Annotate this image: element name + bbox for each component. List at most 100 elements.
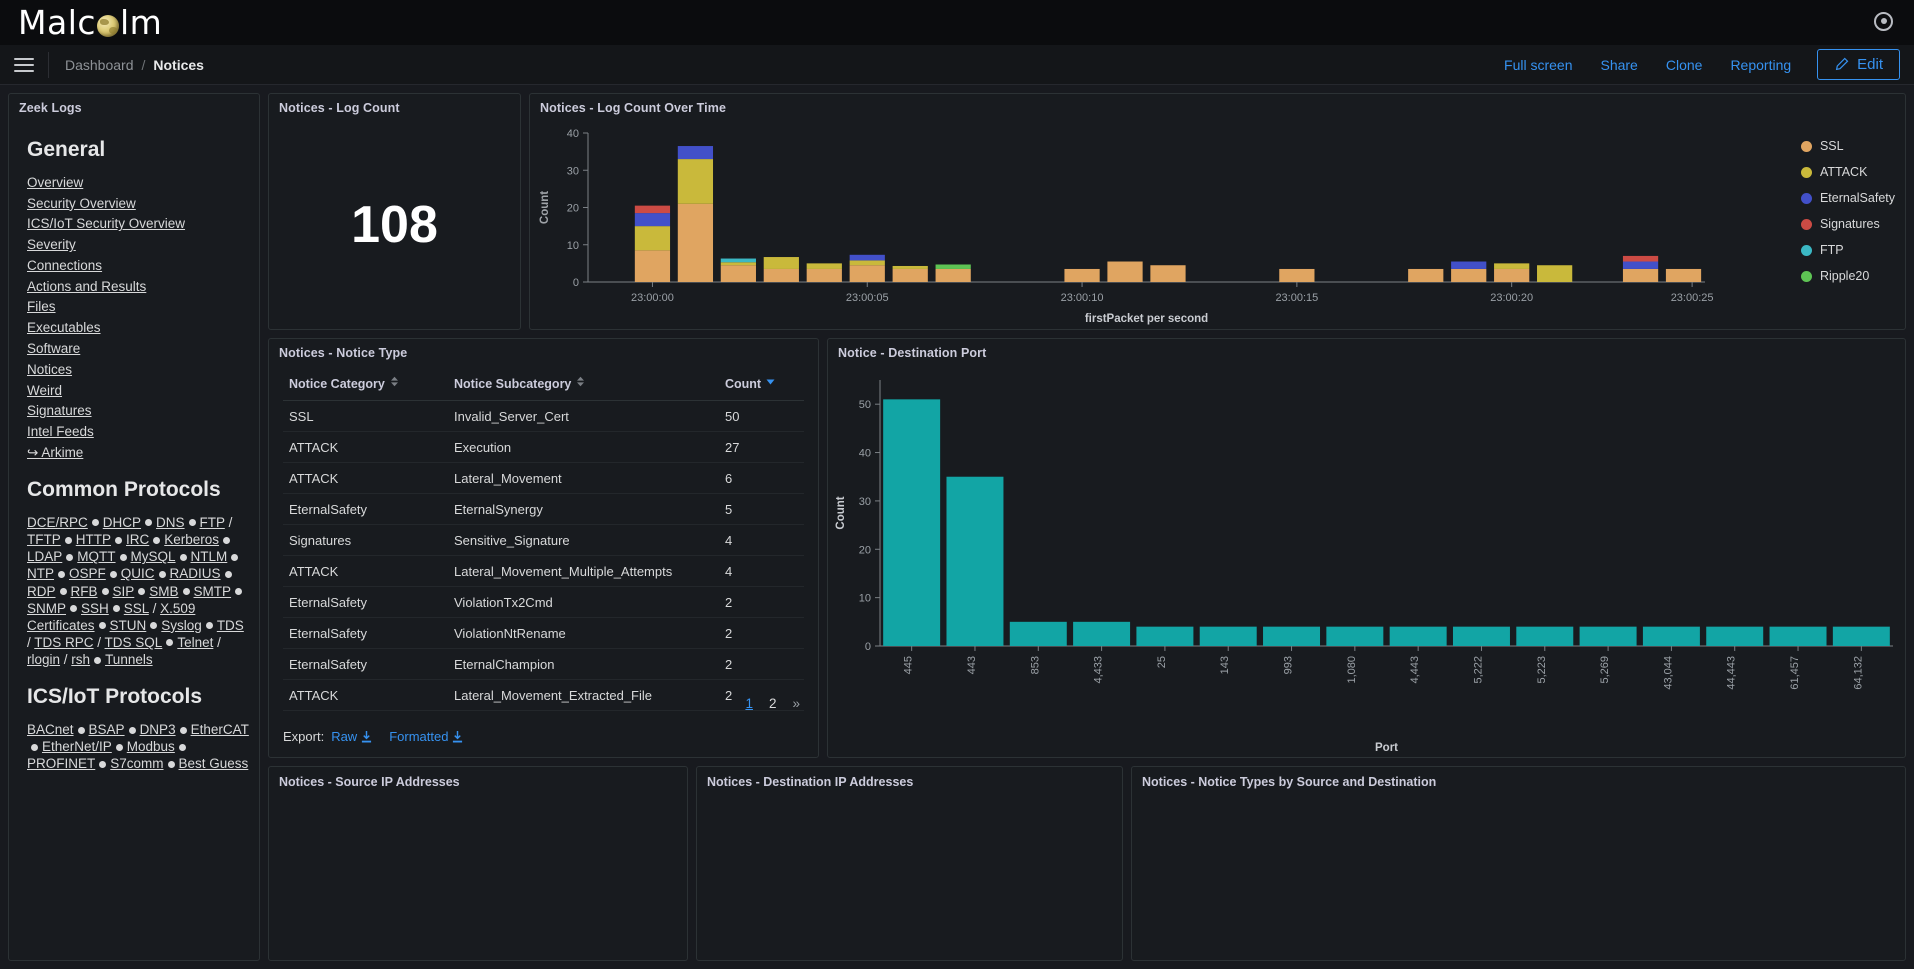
table-row[interactable]: ATTACK Lateral_Movement 6 [283,462,804,494]
svg-text:10: 10 [859,593,871,605]
sidebar-link-actions-and-results[interactable]: Actions and Results [27,278,249,295]
protocol-link-rlogin[interactable]: rlogin [27,652,60,667]
legend-item-eternalsafety[interactable]: EternalSafety [1800,191,1895,205]
protocol-link-kerberos[interactable]: Kerberos [164,532,219,547]
table-row[interactable]: EternalSafety ViolationTx2Cmd 2 [283,586,804,618]
protocol-link-modbus[interactable]: Modbus [127,739,175,754]
hamburger-icon[interactable] [14,54,34,76]
reporting-button[interactable]: Reporting [1730,57,1791,73]
column-header-notice-category[interactable]: Notice Category [283,368,448,401]
protocol-link-sip[interactable]: SIP [113,584,135,599]
share-button[interactable]: Share [1600,57,1637,73]
table-row[interactable]: ATTACK Execution 27 [283,431,804,463]
protocol-link-ldap[interactable]: LDAP [27,549,62,564]
protocol-link-tds[interactable]: TDS [217,618,244,633]
column-header-notice-subcategory[interactable]: Notice Subcategory [448,368,719,401]
protocol-link-rdp[interactable]: RDP [27,584,56,599]
log-count-value: 108 [351,196,438,254]
protocol-link-rfb[interactable]: RFB [71,584,98,599]
protocol-link-ospf[interactable]: OSPF [69,566,106,581]
legend-item-ftp[interactable]: FTP [1800,243,1895,257]
protocol-link-bsap[interactable]: BSAP [89,722,125,737]
next-page-button[interactable]: » [792,696,800,711]
sidebar-link-intel-feeds[interactable]: Intel Feeds [27,423,249,440]
protocol-link-snmp[interactable]: SNMP [27,601,66,616]
protocol-link-tds-rpc[interactable]: TDS RPC [34,635,93,650]
protocol-link-profinet[interactable]: PROFINET [27,756,95,771]
table-row[interactable]: ATTACK Lateral_Movement_Extracted_File 2 [283,679,804,711]
sidebar-link-signatures[interactable]: Signatures [27,402,249,419]
protocol-link-dnp3[interactable]: DNP3 [140,722,176,737]
sidebar-link-weird[interactable]: Weird [27,382,249,399]
legend-item-ssl[interactable]: SSL [1800,139,1895,153]
protocol-link-s7comm[interactable]: S7comm [110,756,163,771]
sidebar-link-ics-iot-security-overview[interactable]: ICS/IoT Security Overview [27,215,249,232]
protocol-link-quic[interactable]: QUIC [121,566,155,581]
table-row[interactable]: EternalSafety EternalChampion 2 [283,648,804,680]
export-formatted-link[interactable]: Formatted [389,729,463,744]
protocol-link-ntlm[interactable]: NTLM [191,549,228,564]
protocol-link-tftp[interactable]: TFTP [27,532,61,547]
column-header-count[interactable]: Count [719,368,804,401]
protocol-link-ssl[interactable]: SSL [124,601,149,616]
protocol-link-smb[interactable]: SMB [149,584,178,599]
protocol-link-telnet[interactable]: Telnet [177,635,213,650]
legend-item-ripple20[interactable]: Ripple20 [1800,269,1895,283]
legend-item-signatures[interactable]: Signatures [1800,217,1895,231]
export-raw-label: Raw [331,729,358,744]
table-row[interactable]: EternalSafety ViolationNtRename 2 [283,617,804,649]
protocol-link-mysql[interactable]: MySQL [131,549,176,564]
export-raw-link[interactable]: Raw [331,729,372,744]
protocol-link-ethercat[interactable]: EtherCAT [191,722,249,737]
destination-port-chart[interactable]: 0 10 20 30 40 50 445 443 853 4,433 25 143 993 1,080 4,… [828,364,1905,756]
protocol-link-syslog[interactable]: Syslog [161,618,202,633]
protocol-link-rsh[interactable]: rsh [71,652,90,667]
legend-item-attack[interactable]: ATTACK [1800,165,1895,179]
sidebar-link-software[interactable]: Software [27,340,249,357]
table-row[interactable]: SSL Invalid_Server_Cert 50 [283,400,804,432]
page-1-button[interactable]: 1 [745,696,753,711]
protocol-link-stun[interactable]: STUN [110,618,147,633]
protocol-link-dhcp[interactable]: DHCP [103,515,141,530]
breadcrumb-notices[interactable]: Notices [153,57,204,73]
edit-button[interactable]: Edit [1817,49,1900,80]
protocol-link-http[interactable]: HTTP [76,532,111,547]
sidebar-link-overview[interactable]: Overview [27,174,249,191]
general-heading: General [27,138,106,161]
sidebar-link-files[interactable]: Files [27,298,249,315]
protocol-link-tunnels[interactable]: Tunnels [105,652,153,667]
protocol-link-ftp[interactable]: FTP [200,515,225,530]
notice-types-by-src-dst-panel: Notices - Notice Types by Source and Des… [1131,766,1906,961]
sidebar-link-executables[interactable]: Executables [27,319,249,336]
table-row[interactable]: ATTACK Lateral_Movement_Multiple_Attempts… [283,555,804,587]
sidebar-link-notices[interactable]: Notices [27,361,249,378]
log-count-title: Notices - Log Count [279,101,400,115]
app-logo[interactable]: Malc lm [18,3,162,42]
sidebar-link-security-overview[interactable]: Security Overview [27,195,249,212]
protocol-link-ssh[interactable]: SSH [81,601,109,616]
protocol-link-bacnet[interactable]: BACnet [27,722,74,737]
sidebar-link-arkime[interactable]: ↪ Arkime [27,444,249,461]
settings-button[interactable] [1874,11,1896,34]
protocol-link-best-guess[interactable]: Best Guess [179,756,249,771]
full-screen-button[interactable]: Full screen [1504,57,1572,73]
table-row[interactable]: EternalSafety EternalSynergy 5 [283,493,804,525]
protocol-link-mqtt[interactable]: MQTT [77,549,115,564]
sidebar-link-severity[interactable]: Severity [27,236,249,253]
timeline-chart[interactable]: 0 10 20 30 40 23:00:00 23:00:05 23:00:10 23:00:1… [530,119,1905,328]
clone-button[interactable]: Clone [1666,57,1703,73]
timeline-svg: 0 10 20 30 40 23:00:00 23:00:05 23:00:10 23:00:1… [539,128,1714,325]
table-row[interactable]: Signatures Sensitive_Signature 4 [283,524,804,556]
protocol-link-tds-sql[interactable]: TDS SQL [105,635,163,650]
protocol-link-irc[interactable]: IRC [126,532,149,547]
protocol-link-radius[interactable]: RADIUS [170,566,221,581]
protocol-link-ethernet-ip[interactable]: EtherNet/IP [42,739,112,754]
protocol-link-dce-rpc[interactable]: DCE/RPC [27,515,88,530]
breadcrumb-dashboard[interactable]: Dashboard [65,57,134,73]
log-count-panel: Notices - Log Count 108 [268,93,521,330]
protocol-link-ntp[interactable]: NTP [27,566,54,581]
protocol-link-dns[interactable]: DNS [156,515,185,530]
page-2-button[interactable]: 2 [769,696,777,711]
sidebar-link-connections[interactable]: Connections [27,257,249,274]
protocol-link-smtp[interactable]: SMTP [194,584,232,599]
